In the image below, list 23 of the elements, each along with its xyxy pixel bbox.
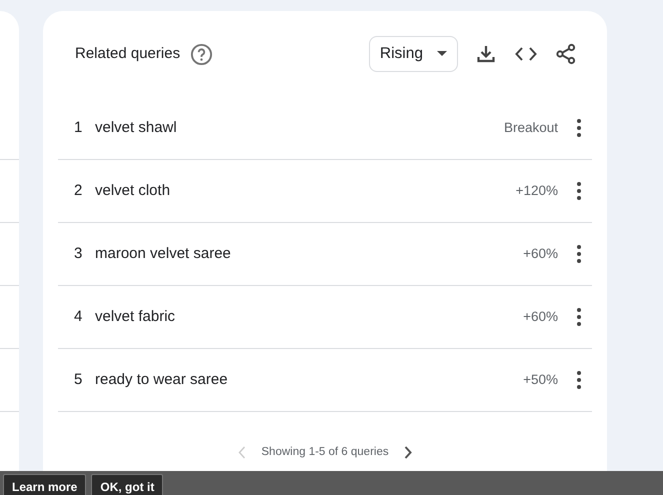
query-value: +60% xyxy=(523,308,558,326)
share-icon[interactable] xyxy=(554,42,578,66)
query-link[interactable]: velvet cloth xyxy=(95,180,170,202)
pagination-text: Showing 1-5 of 6 queries xyxy=(261,445,389,460)
rank-number: 2 xyxy=(74,180,84,201)
rank-number: 5 xyxy=(74,370,84,390)
rank-number: 3 xyxy=(74,244,84,264)
help-icon[interactable] xyxy=(190,42,214,66)
caret-icon xyxy=(437,51,447,57)
query-link[interactable]: velvet shawl xyxy=(95,116,177,140)
rank-number: 4 xyxy=(74,306,84,327)
query-link[interactable]: maroon velvet saree xyxy=(95,242,231,266)
filter-dropdown[interactable]: Rising xyxy=(368,36,458,72)
cookie-button[interactable]: Learn more xyxy=(3,474,86,495)
query-value: +60% xyxy=(523,244,558,263)
cookie-button[interactable]: OK, got it xyxy=(91,474,164,495)
query-value: Breakout xyxy=(504,118,558,137)
query-link[interactable]: ready to wear saree xyxy=(95,368,228,392)
query-value: +50% xyxy=(523,370,558,389)
query-value: +120% xyxy=(516,182,558,200)
card-title: Related queries xyxy=(75,44,180,64)
rank-number: 1 xyxy=(74,118,84,138)
query-link[interactable]: velvet fabric xyxy=(95,306,176,328)
